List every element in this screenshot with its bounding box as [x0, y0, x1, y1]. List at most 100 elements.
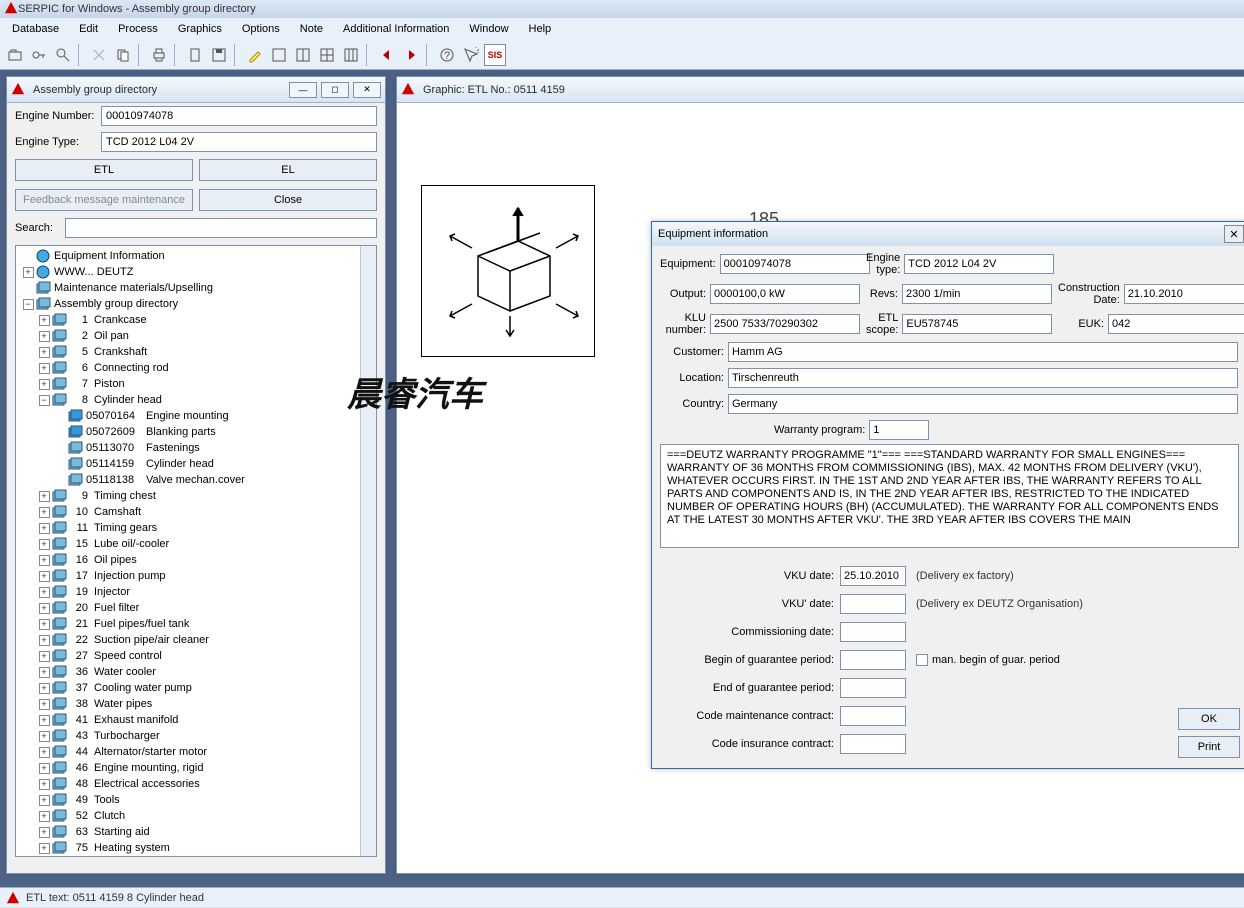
vku2-input[interactable] — [840, 594, 906, 614]
tree-item-11[interactable]: +11Timing gears — [20, 520, 376, 536]
tb-save-icon[interactable] — [208, 44, 230, 66]
minimize-icon[interactable]: — — [289, 82, 317, 98]
engine-type-input[interactable] — [101, 132, 377, 152]
tree-item-15[interactable]: +15Lube oil/-cooler — [20, 536, 376, 552]
tree-item-52[interactable]: +52Clutch — [20, 808, 376, 824]
right-window-titlebar[interactable]: Graphic: ETL No.: 0511 4159 — [397, 77, 1244, 103]
tree-item-21[interactable]: +21Fuel pipes/fuel tank — [20, 616, 376, 632]
tree-item-20[interactable]: +20Fuel filter — [20, 600, 376, 616]
tree-item-38[interactable]: +38Water pipes — [20, 696, 376, 712]
search-input[interactable] — [65, 218, 377, 238]
el-button[interactable]: EL — [199, 159, 377, 181]
feedback-button[interactable]: Feedback message maintenance — [15, 189, 193, 211]
comm-input[interactable] — [840, 622, 906, 642]
maint-input[interactable] — [840, 706, 906, 726]
menu-database[interactable]: Database — [4, 21, 67, 37]
tb-whatsthis-icon[interactable]: ? — [460, 44, 482, 66]
menu-edit[interactable]: Edit — [71, 21, 106, 37]
left-window-titlebar[interactable]: Assembly group directory — ◻ ✕ — [7, 77, 385, 103]
tree-sub-05113070[interactable]: 05113070Fastenings — [20, 440, 376, 456]
tree-item-10[interactable]: +10Camshaft — [20, 504, 376, 520]
tb-copy-icon[interactable] — [112, 44, 134, 66]
tb-grid4-icon[interactable] — [340, 44, 362, 66]
tree-item-43[interactable]: +43Turbocharger — [20, 728, 376, 744]
country-input[interactable] — [728, 394, 1238, 414]
tree-agd[interactable]: −Assembly group directory — [20, 296, 376, 312]
engine-type-d-input[interactable] — [904, 254, 1054, 274]
tree-item-46[interactable]: +46Engine mounting, rigid — [20, 760, 376, 776]
tree-sub-05118138[interactable]: 05118138Valve mechan.cover — [20, 472, 376, 488]
tree-item-44[interactable]: +44Alternator/starter motor — [20, 744, 376, 760]
menu-process[interactable]: Process — [110, 21, 166, 37]
tree-item-48[interactable]: +48Electrical accessories — [20, 776, 376, 792]
location-input[interactable] — [728, 368, 1238, 388]
warranty-program-input[interactable] — [869, 420, 929, 440]
klu-input[interactable] — [710, 314, 860, 334]
menu-graphics[interactable]: Graphics — [170, 21, 230, 37]
tb-print-icon[interactable] — [148, 44, 170, 66]
tb-help-icon[interactable]: ? — [436, 44, 458, 66]
warranty-text[interactable]: ===DEUTZ WARRANTY PROGRAMME "1"=== ===ST… — [660, 444, 1239, 548]
tb-sis-icon[interactable]: SIS — [484, 44, 506, 66]
tree-item-19[interactable]: +19Injector — [20, 584, 376, 600]
equipment-input[interactable] — [720, 254, 870, 274]
menu-additional[interactable]: Additional Information — [335, 21, 457, 37]
tree-item-36[interactable]: +36Water cooler — [20, 664, 376, 680]
tree-www[interactable]: +WWW... DEUTZ — [20, 264, 376, 280]
construction-input[interactable] — [1124, 284, 1244, 304]
tree-item-22[interactable]: +22Suction pipe/air cleaner — [20, 632, 376, 648]
menu-options[interactable]: Options — [234, 21, 288, 37]
tb-grid2-icon[interactable] — [292, 44, 314, 66]
print-button[interactable]: Print — [1178, 736, 1240, 758]
man-bog-checkbox[interactable]: man. begin of guar. period — [916, 654, 1060, 666]
tree-item-16[interactable]: +16Oil pipes — [20, 552, 376, 568]
tree-item-8[interactable]: −8Cylinder head — [20, 392, 376, 408]
dialog-close-icon[interactable]: ✕ — [1224, 225, 1244, 243]
tree-sub-05070164[interactable]: 05070164Engine mounting — [20, 408, 376, 424]
tree-item-27[interactable]: +27Speed control — [20, 648, 376, 664]
tree-item-49[interactable]: +49Tools — [20, 792, 376, 808]
output-input[interactable] — [710, 284, 860, 304]
etlscope-input[interactable] — [902, 314, 1052, 334]
menu-window[interactable]: Window — [461, 21, 516, 37]
tree-maintenance[interactable]: Maintenance materials/Upselling — [20, 280, 376, 296]
tb-grid3-icon[interactable] — [316, 44, 338, 66]
tree-item-63[interactable]: +63Starting aid — [20, 824, 376, 840]
tb-new-icon[interactable] — [184, 44, 206, 66]
bog-input[interactable] — [840, 650, 906, 670]
tb-highlight-icon[interactable] — [244, 44, 266, 66]
tb-cut-icon[interactable] — [88, 44, 110, 66]
tree-item-1[interactable]: +1Crankcase — [20, 312, 376, 328]
tb-search-icon[interactable] — [52, 44, 74, 66]
customer-input[interactable] — [728, 342, 1238, 362]
vku-input[interactable] — [840, 566, 906, 586]
close-icon[interactable]: ✕ — [353, 82, 381, 98]
eog-input[interactable] — [840, 678, 906, 698]
tb-grid1-icon[interactable] — [268, 44, 290, 66]
tree-item-75[interactable]: +75Heating system — [20, 840, 376, 856]
tree-item-5[interactable]: +5Crankshaft — [20, 344, 376, 360]
etl-button[interactable]: ETL — [15, 159, 193, 181]
tree-item-37[interactable]: +37Cooling water pump — [20, 680, 376, 696]
maximize-icon[interactable]: ◻ — [321, 82, 349, 98]
tree-equipment-info[interactable]: Equipment Information — [20, 248, 376, 264]
tree-item-6[interactable]: +6Connecting rod — [20, 360, 376, 376]
tb-key-icon[interactable] — [28, 44, 50, 66]
tree-scrollbar[interactable] — [360, 246, 376, 856]
tree-item-41[interactable]: +41Exhaust manifold — [20, 712, 376, 728]
tree-item-9[interactable]: +9Timing chest — [20, 488, 376, 504]
engine-number-input[interactable] — [101, 106, 377, 126]
ins-input[interactable] — [840, 734, 906, 754]
menu-help[interactable]: Help — [521, 21, 560, 37]
tree-item-17[interactable]: +17Injection pump — [20, 568, 376, 584]
tb-back-icon[interactable] — [376, 44, 398, 66]
euk-input[interactable] — [1108, 314, 1244, 334]
menu-note[interactable]: Note — [292, 21, 331, 37]
tree-sub-05114159[interactable]: 05114159Cylinder head — [20, 456, 376, 472]
dialog-titlebar[interactable]: Equipment information ✕ — [652, 222, 1244, 246]
tb-forward-icon[interactable] — [400, 44, 422, 66]
revs-input[interactable] — [902, 284, 1052, 304]
tree-sub-05072609[interactable]: 05072609Blanking parts — [20, 424, 376, 440]
close-button[interactable]: Close — [199, 189, 377, 211]
tb-open-icon[interactable] — [4, 44, 26, 66]
